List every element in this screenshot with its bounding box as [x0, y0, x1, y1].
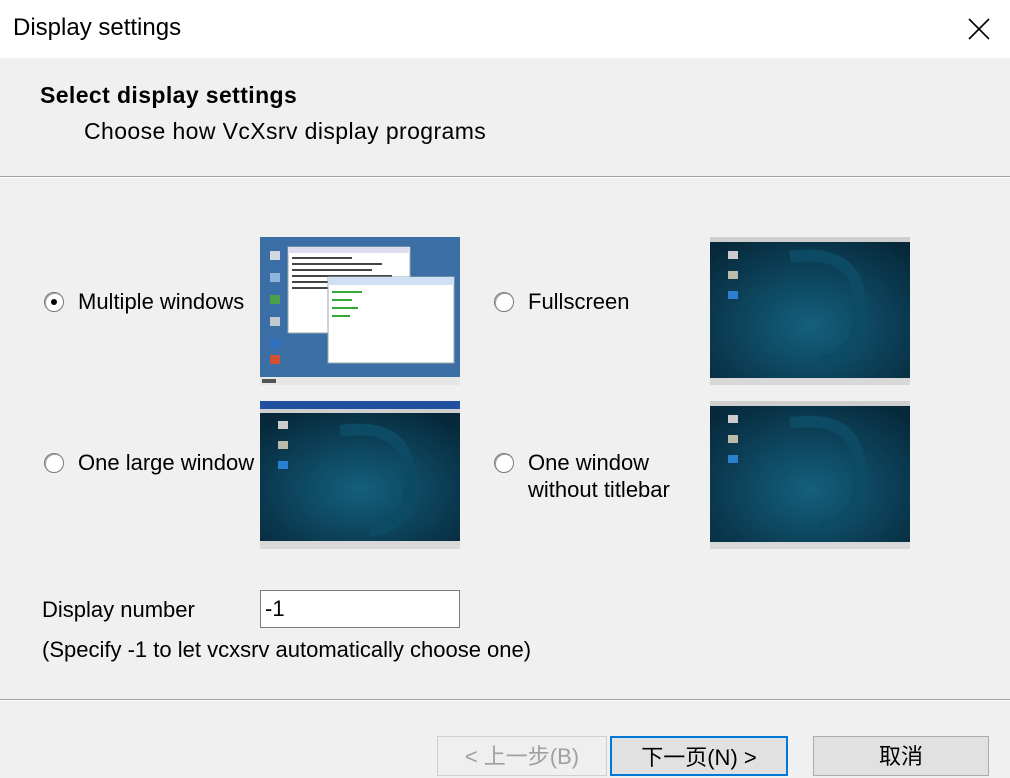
header-subtitle: Choose how VcXsrv display programs: [84, 118, 487, 144]
display-number-input[interactable]: [260, 590, 460, 628]
radio-label-line2: without titlebar: [528, 477, 670, 502]
window-title: Display settings: [13, 14, 182, 41]
preview-fullscreen: [710, 237, 910, 385]
wizard-header: Select display settings Choose how VcXsr…: [0, 58, 1010, 176]
close-button[interactable]: [958, 8, 1000, 50]
back-button[interactable]: < 上一步(B): [437, 736, 607, 776]
display-number-hint: (Specify -1 to let vcxsrv automatically …: [42, 637, 532, 662]
radio-label-line1: One window: [528, 450, 650, 475]
display-number-label: Display number: [42, 597, 195, 622]
radio-indicator: [494, 453, 514, 473]
radio-label: One large window: [78, 450, 255, 475]
radio-indicator: [44, 453, 64, 473]
preview-multiple-windows: [260, 237, 460, 385]
radio-indicator: [44, 292, 64, 312]
next-button[interactable]: 下一页(N) >: [610, 736, 788, 776]
preview-one-window-without-titlebar: [710, 401, 910, 549]
footer-divider: [0, 699, 1010, 701]
header-title: Select display settings: [40, 82, 298, 108]
close-icon: [968, 18, 990, 40]
preview-one-large-window: [260, 401, 460, 549]
radio-indicator: [494, 292, 514, 312]
radio-label: Fullscreen: [528, 289, 630, 314]
title-bar: Display settings: [0, 0, 1010, 58]
radio-label: Multiple windows: [78, 289, 245, 314]
cancel-button[interactable]: 取消: [813, 736, 989, 776]
header-divider: [0, 176, 1010, 178]
